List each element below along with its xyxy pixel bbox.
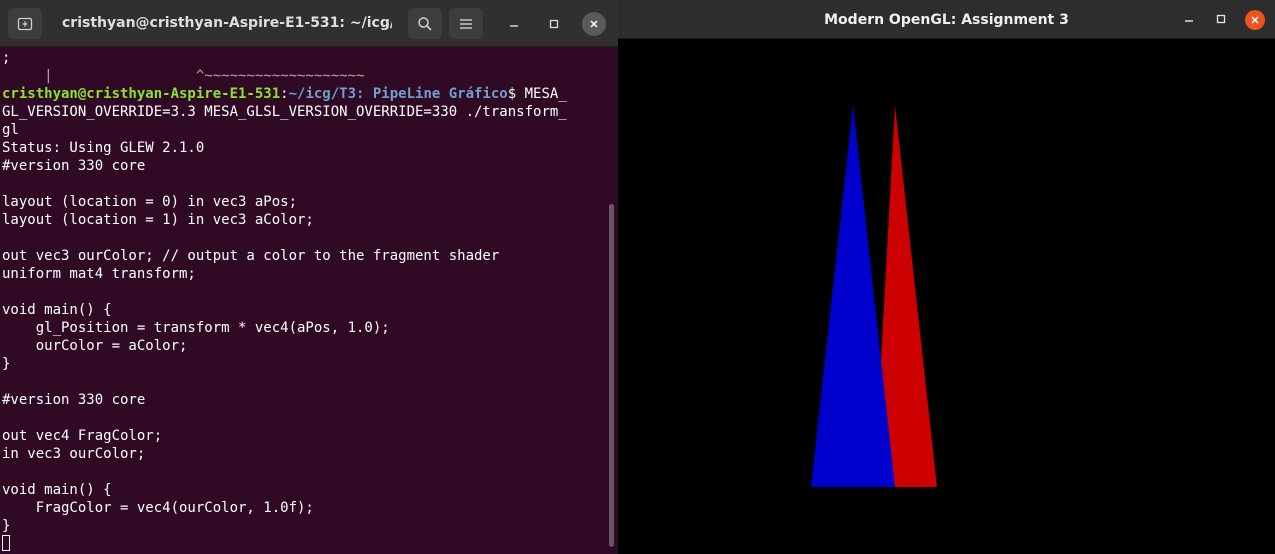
terminal-line: uniform mat4 transform; xyxy=(2,266,196,282)
terminal-line: layout (location = 0) in vec3 aPos; xyxy=(2,194,298,210)
new-tab-icon xyxy=(17,17,33,30)
terminal-window[interactable]: cristhyan@cristhyan-Aspire-E1-531: ~/icg… xyxy=(0,0,618,554)
prompt-separator: : xyxy=(280,86,289,102)
prompt-path: ~/icg/T3: PipeLine Gráfico xyxy=(288,86,508,102)
terminal-header-bar: cristhyan@cristhyan-Aspire-E1-531: ~/icg… xyxy=(0,0,618,47)
terminal-line: FragColor = vec4(ourColor, 1.0f); xyxy=(2,500,314,516)
terminal-line: ; xyxy=(2,50,11,66)
maximize-icon xyxy=(1216,14,1226,24)
terminal-line: ourColor = aColor; xyxy=(2,338,188,354)
terminal-close-button[interactable] xyxy=(582,12,606,36)
terminal-output[interactable]: ; | ^~~~~~~~~~~~~~~~~~~~ cristhyan@crist… xyxy=(2,49,606,554)
opengl-minimize-button[interactable] xyxy=(1178,8,1200,30)
hamburger-menu-icon xyxy=(460,18,472,29)
opengl-window-title: Modern OpenGL: Assignment 3 xyxy=(824,12,1069,28)
terminal-line: Status: Using GLEW 2.1.0 xyxy=(2,140,205,156)
prompt-user-host: cristhyan@cristhyan-Aspire-E1-531 xyxy=(2,86,281,102)
text-cursor xyxy=(2,535,10,551)
render-background xyxy=(618,39,1275,554)
opengl-window[interactable]: Modern OpenGL: Assignment 3 xyxy=(618,0,1275,554)
terminal-line: | ^~~~~~~~~~~~~~~~~~~~ xyxy=(2,68,365,84)
terminal-line: #version 330 core xyxy=(2,158,146,174)
minimize-icon xyxy=(1185,20,1193,22)
terminal-minimize-button[interactable] xyxy=(501,11,527,37)
terminal-line: void main() { xyxy=(2,482,112,498)
new-tab-button[interactable] xyxy=(8,8,42,39)
terminal-line: } xyxy=(2,518,11,534)
opengl-maximize-button[interactable] xyxy=(1210,8,1232,30)
opengl-header-bar: Modern OpenGL: Assignment 3 xyxy=(618,0,1275,39)
terminal-scrollbar[interactable] xyxy=(609,204,614,547)
maximize-icon xyxy=(549,19,559,29)
close-icon xyxy=(1251,16,1259,24)
terminal-line: layout (location = 1) in vec3 aColor; xyxy=(2,212,314,228)
search-button[interactable] xyxy=(408,8,442,39)
terminal-title: cristhyan@cristhyan-Aspire-E1-531: ~/icg… xyxy=(62,15,392,31)
prompt-command: MESA_ xyxy=(524,86,567,102)
terminal-line: gl_Position = transform * vec4(aPos, 1.0… xyxy=(2,320,390,336)
terminal-cursor-line xyxy=(2,535,606,553)
prompt-symbol: $ xyxy=(507,86,525,102)
minimize-icon xyxy=(510,25,518,27)
search-icon xyxy=(418,16,432,31)
menu-button[interactable] xyxy=(449,8,483,39)
terminal-maximize-button[interactable] xyxy=(541,11,567,37)
terminal-line: out vec4 FragColor; xyxy=(2,428,163,444)
close-icon xyxy=(590,20,598,28)
terminal-line: gl xyxy=(2,122,19,138)
terminal-line: GL_VERSION_OVERRIDE=3.3 MESA_GLSL_VERSIO… xyxy=(2,104,567,120)
terminal-line: } xyxy=(2,356,11,372)
terminal-line: void main() { xyxy=(2,302,112,318)
terminal-line: out vec3 ourColor; // output a color to … xyxy=(2,248,500,264)
opengl-close-button[interactable] xyxy=(1245,10,1265,30)
terminal-line: #version 330 core xyxy=(2,392,146,408)
terminal-line: in vec3 ourColor; xyxy=(2,446,146,462)
terminal-prompt-line: cristhyan@cristhyan-Aspire-E1-531:~/icg/… xyxy=(2,85,606,103)
opengl-render-canvas xyxy=(618,39,1275,554)
